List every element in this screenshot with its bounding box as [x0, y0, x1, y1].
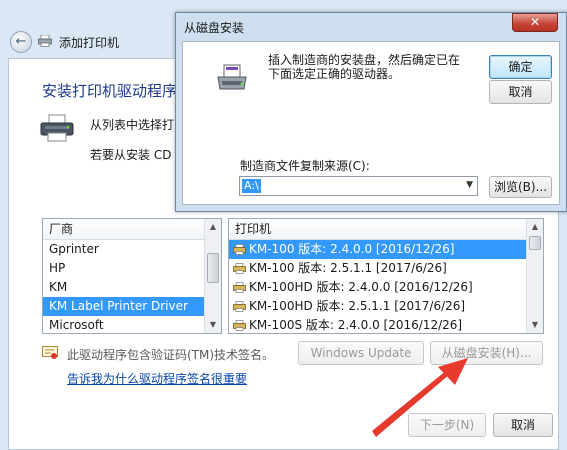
dialog-message: 插入制造商的安装盘，然后确定已在下面选定正确的驱动器。: [268, 53, 461, 81]
page-heading: 安装打印机驱动程序: [42, 82, 178, 100]
printer-scrollbar[interactable]: ▲ ▼: [526, 219, 543, 333]
signature-help-link[interactable]: 告诉我为什么驱动程序签名很重要: [67, 370, 247, 387]
printer-item[interactable]: KM-100S 版本: 2.4.0.0 [2016/12/26]: [229, 316, 543, 333]
printer-driver-icon: [233, 244, 246, 255]
printer-list-header: 打印机: [229, 219, 543, 240]
chevron-down-icon[interactable]: ▼: [466, 180, 473, 190]
next-button[interactable]: 下一步(N): [408, 413, 486, 437]
copy-source-combobox[interactable]: A:\ ▼: [239, 176, 478, 196]
printer-large-icon: [40, 114, 74, 142]
manufacturer-item[interactable]: HP: [43, 259, 221, 278]
printer-item-label: KM-100S 版本: 2.4.0.0 [2016/12/26]: [249, 318, 463, 332]
printer-list[interactable]: 打印机 KM-100 版本: 2.4.0.0 [2016/12/26] KM-1…: [228, 218, 544, 334]
printer-item-label: KM-100HD 版本: 2.4.0.0 [2016/12/26]: [249, 280, 473, 294]
signature-status-text: 此驱动程序包含验证码(TM)技术签名。: [67, 348, 275, 362]
scroll-down-icon[interactable]: ▼: [527, 317, 543, 333]
back-arrow-icon[interactable]: ←: [10, 31, 32, 53]
printer-driver-icon: [233, 282, 246, 293]
manufacturer-scrollbar[interactable]: ▲ ▼: [204, 219, 221, 333]
scroll-down-icon[interactable]: ▼: [205, 317, 221, 333]
disk-drive-icon: [217, 64, 247, 90]
ok-button[interactable]: 确定: [489, 55, 552, 79]
copy-source-label: 制造商文件复制来源(C):: [240, 159, 370, 173]
scroll-thumb[interactable]: [207, 253, 219, 283]
close-icon[interactable]: ✕: [512, 13, 558, 32]
printer-driver-icon: [233, 301, 246, 312]
manufacturer-item[interactable]: Microsoft: [43, 316, 221, 333]
printer-item-label: KM-100HD 版本: 2.5.1.1 [2017/6/26]: [249, 299, 466, 313]
install-from-disk-dialog: 从磁盘安装 ✕ 插入制造商的安装盘，然后确定已在下面选定正确的驱动器。 确定 取…: [175, 12, 567, 212]
printer-item[interactable]: KM-100HD 版本: 2.4.0.0 [2016/12/26]: [229, 278, 543, 297]
wizard-title: 添加打印机: [59, 36, 120, 50]
printer-item-label: KM-100 版本: 2.4.0.0 [2016/12/26]: [249, 242, 455, 256]
certificate-icon: [42, 346, 58, 359]
manufacturer-item[interactable]: KM: [43, 278, 221, 297]
manufacturer-list-header: 厂商: [43, 219, 221, 240]
scroll-up-icon[interactable]: ▲: [205, 219, 221, 235]
scroll-up-icon[interactable]: ▲: [527, 219, 543, 235]
scroll-thumb[interactable]: [529, 236, 541, 250]
manufacturer-item-selected[interactable]: KM Label Printer Driver: [43, 297, 221, 316]
printer-driver-icon: [233, 320, 246, 331]
manufacturer-item[interactable]: Gprinter: [43, 240, 221, 259]
printer-icon: [38, 35, 52, 47]
windows-update-button[interactable]: Windows Update: [298, 341, 424, 365]
instruction-text-1: 从列表中选择打印: [90, 118, 187, 132]
have-disk-button[interactable]: 从磁盘安装(H)...: [430, 341, 543, 365]
printer-item-label: KM-100 版本: 2.5.1.1 [2017/6/26]: [249, 261, 447, 275]
printer-item[interactable]: KM-100HD 版本: 2.5.1.1 [2017/6/26]: [229, 297, 543, 316]
cancel-button[interactable]: 取消: [493, 413, 553, 437]
printer-item-selected[interactable]: KM-100 版本: 2.4.0.0 [2016/12/26]: [229, 240, 543, 259]
dialog-title: 从磁盘安装: [184, 21, 245, 35]
printer-item[interactable]: KM-100 版本: 2.5.1.1 [2017/6/26]: [229, 259, 543, 278]
instruction-text-2: 若要从安装 CD 安: [90, 148, 188, 162]
dialog-cancel-button[interactable]: 取消: [489, 80, 552, 104]
browse-button[interactable]: 浏览(B)...: [489, 176, 552, 198]
manufacturer-list[interactable]: 厂商 Gprinter HP KM KM Label Printer Drive…: [42, 218, 222, 334]
copy-source-value[interactable]: A:\: [242, 179, 261, 193]
printer-driver-icon: [233, 263, 246, 274]
